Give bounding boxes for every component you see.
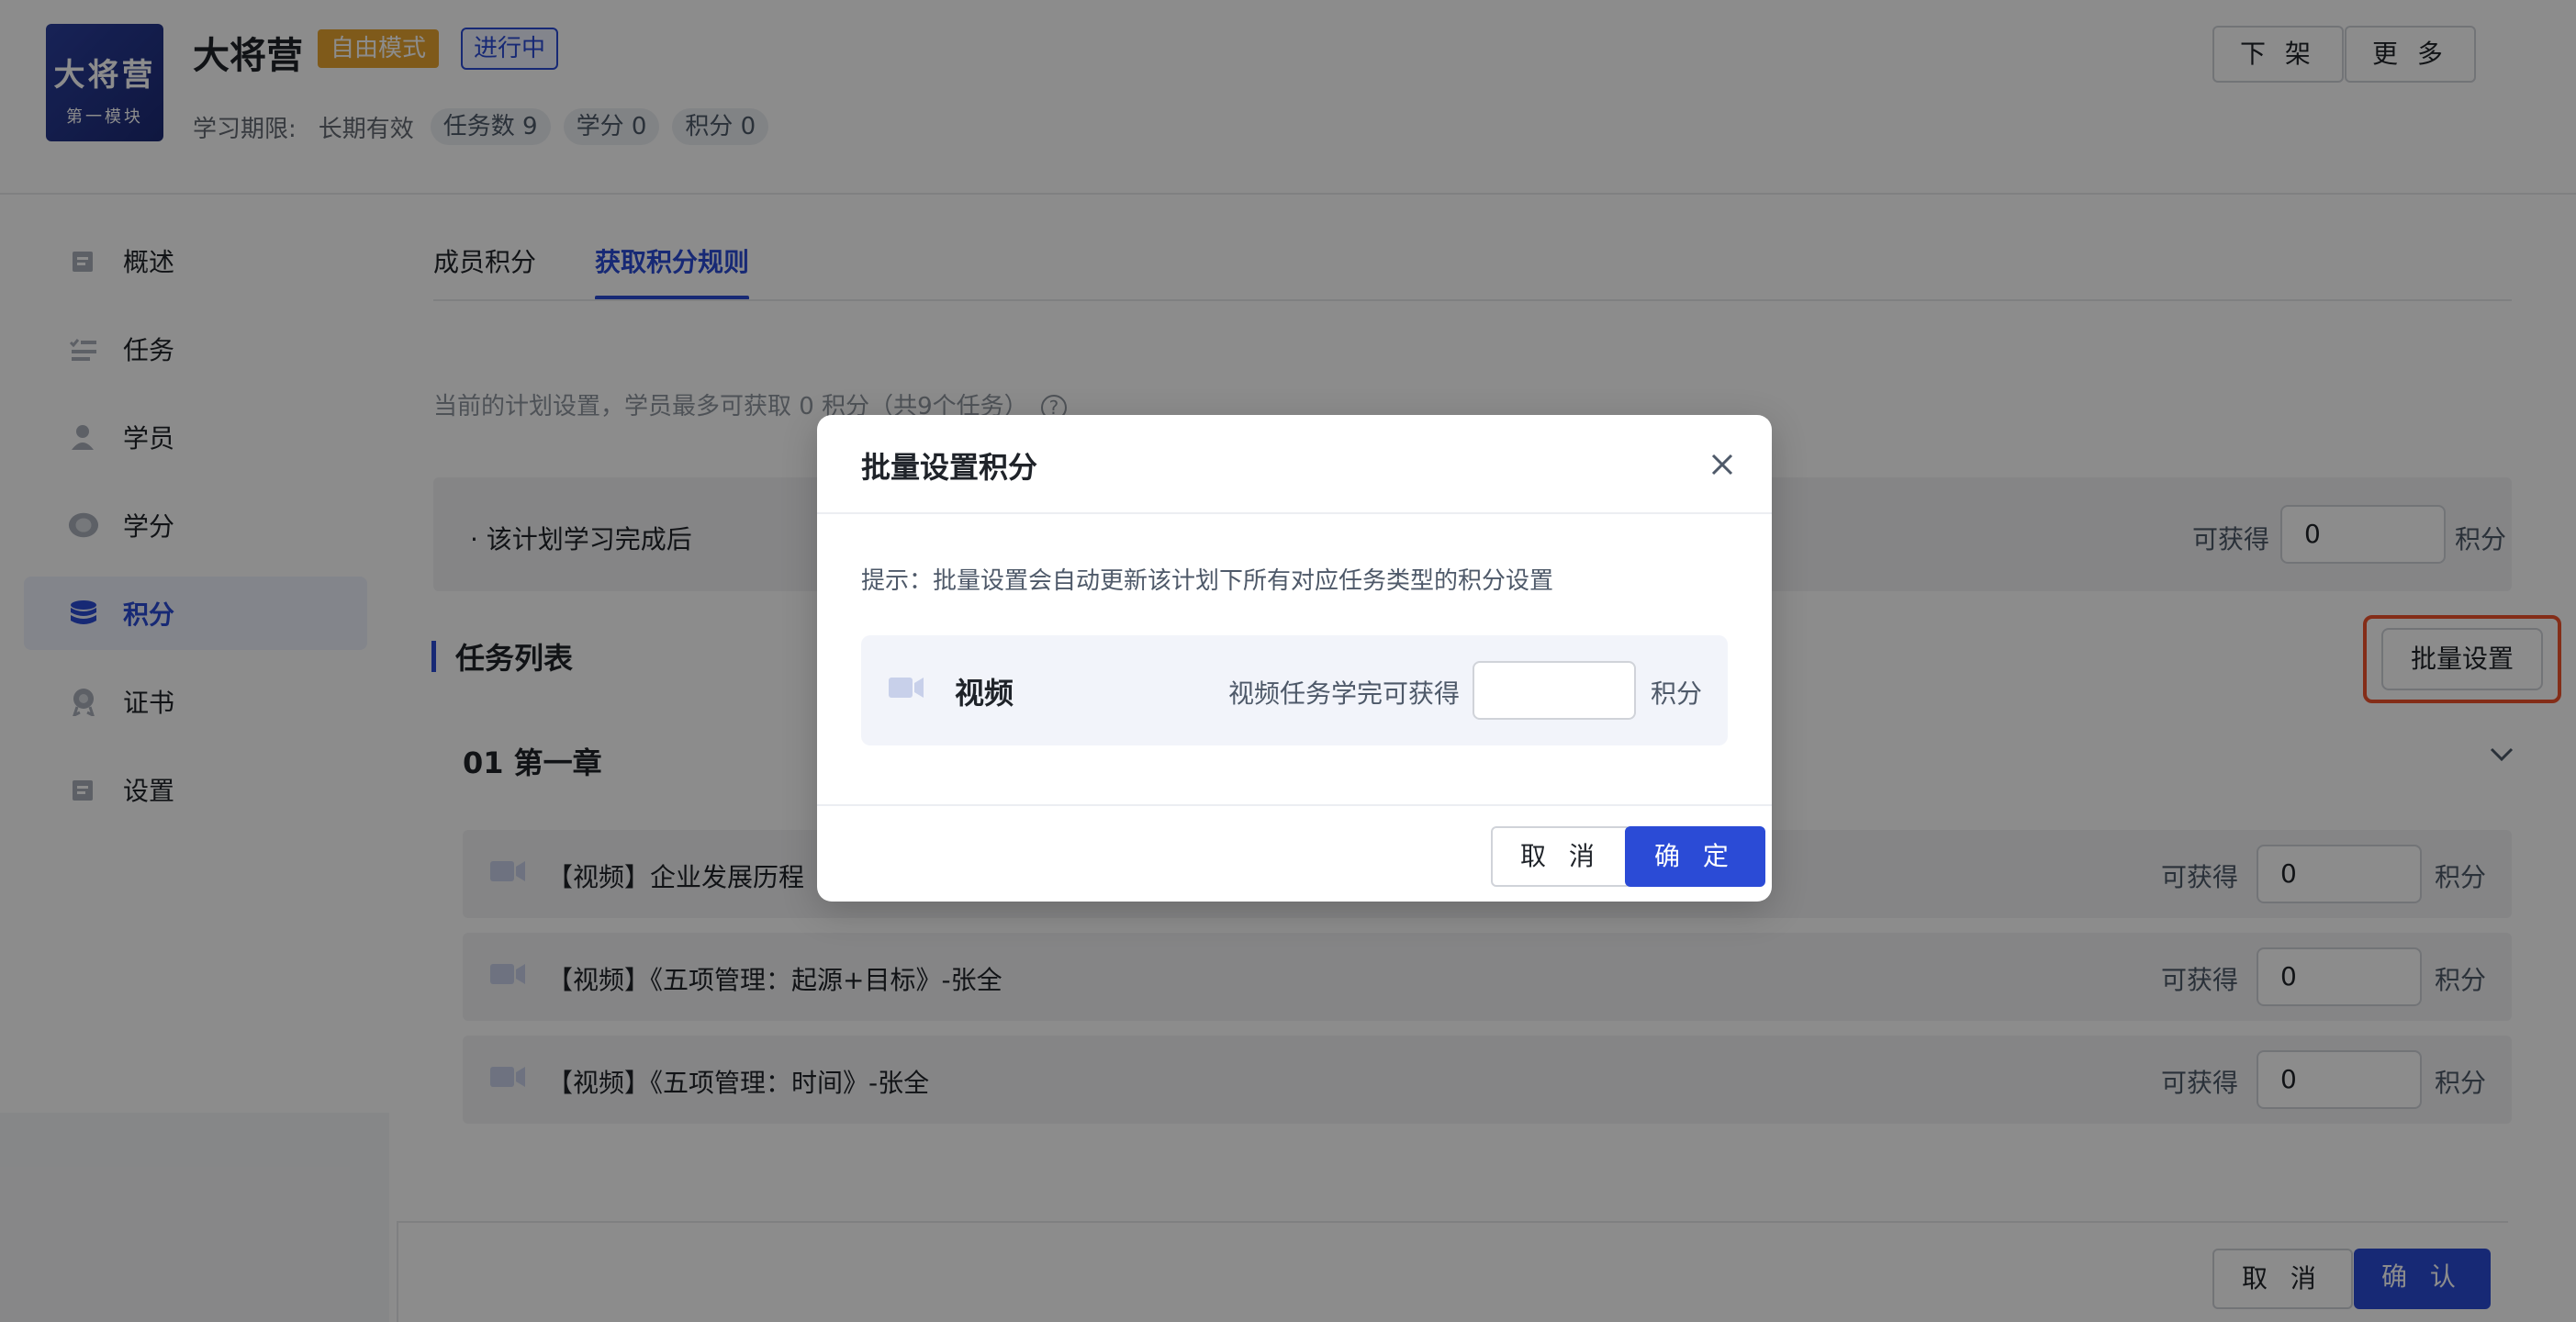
modal-footer: 取 消 确 定 [817, 804, 1772, 902]
points-unit: 积分 [1651, 678, 1703, 709]
video-icon [889, 674, 925, 705]
video-points-input[interactable] [1473, 661, 1636, 720]
card-type-name: 视频 [955, 676, 1014, 711]
modal-cancel-button[interactable]: 取 消 [1491, 826, 1631, 887]
modal-confirm-button[interactable]: 确 定 [1625, 826, 1765, 887]
video-points-card: 视频 视频任务学完可获得 积分 [861, 635, 1728, 745]
batch-points-modal: 批量设置积分 提示：批量设置会自动更新该计划下所有对应任务类型的积分设置 视频 … [817, 415, 1772, 902]
modal-header: 批量设置积分 [817, 415, 1772, 514]
card-points-label: 视频任务学完可获得 [1228, 678, 1461, 709]
close-icon[interactable] [1706, 448, 1739, 481]
modal-title: 批量设置积分 [861, 450, 1038, 485]
modal-hint: 提示：批量设置会自动更新该计划下所有对应任务类型的积分设置 [861, 567, 1554, 595]
